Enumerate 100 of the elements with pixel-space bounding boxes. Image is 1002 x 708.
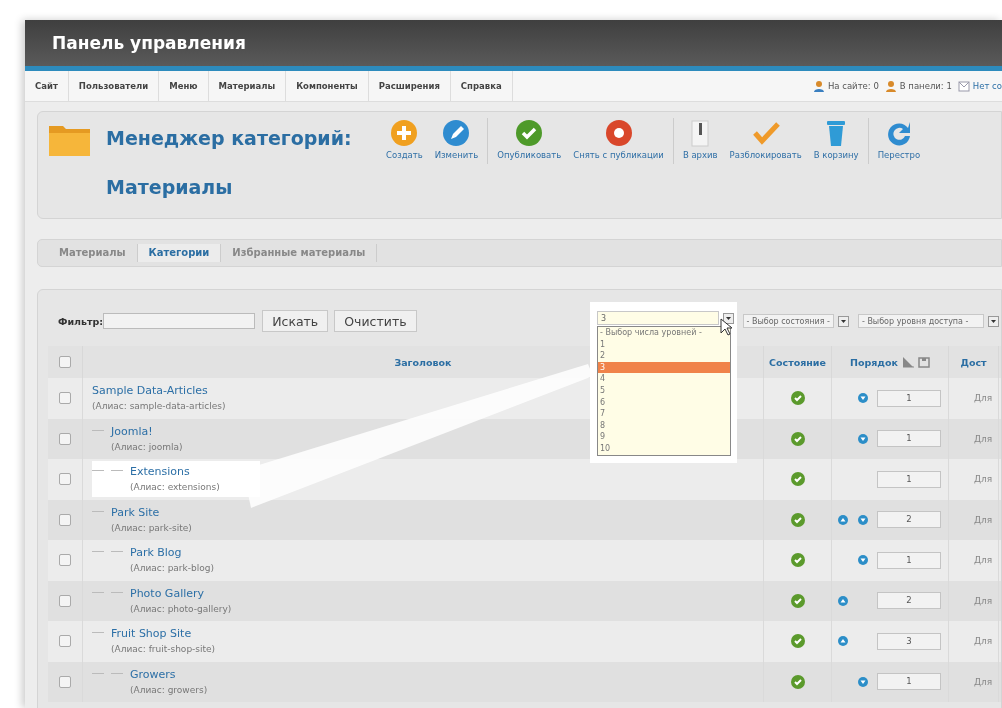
dropdown-option[interactable]: 9 bbox=[598, 431, 730, 443]
access-text: Для bbox=[973, 555, 993, 566]
checkbox[interactable] bbox=[59, 554, 71, 567]
published-icon[interactable] bbox=[790, 431, 805, 446]
dropdown-option[interactable]: 3 bbox=[598, 361, 730, 374]
category-link[interactable]: Park Site bbox=[111, 504, 192, 521]
down-arrow-icon[interactable] bbox=[858, 555, 868, 566]
up-arrow-icon[interactable] bbox=[838, 595, 848, 606]
alias-text: (Алиас: photo-gallery) bbox=[130, 602, 232, 616]
tree-line-icon bbox=[92, 470, 104, 472]
order-field[interactable]: 2 bbox=[877, 511, 941, 529]
order-field[interactable]: 1 bbox=[877, 673, 941, 691]
tree-line-icon bbox=[92, 672, 104, 674]
tab[interactable]: Категории bbox=[137, 244, 222, 262]
dropdown-option[interactable]: 8 bbox=[598, 419, 730, 432]
order-field[interactable]: 3 bbox=[877, 632, 941, 650]
toolbar-button[interactable]: Разблокировать bbox=[723, 118, 808, 160]
access-text: Для bbox=[973, 474, 993, 485]
menu-item[interactable]: Материалы bbox=[208, 71, 287, 101]
published-icon[interactable] bbox=[790, 391, 805, 406]
dropdown-option[interactable]: 6 bbox=[598, 396, 730, 409]
published-icon[interactable] bbox=[790, 634, 805, 649]
column-header[interactable]: Состояние bbox=[769, 356, 826, 368]
toolbar-button[interactable]: В архив bbox=[676, 118, 724, 160]
save-icon[interactable] bbox=[918, 356, 930, 368]
checkbox[interactable] bbox=[59, 594, 71, 607]
caret-icon bbox=[987, 315, 999, 327]
toolbar-button[interactable]: В корзину bbox=[807, 118, 865, 160]
up-arrow-icon[interactable] bbox=[838, 514, 848, 525]
tree-line-icon bbox=[92, 510, 104, 512]
filter-field[interactable] bbox=[103, 313, 256, 329]
sort-icon[interactable] bbox=[902, 356, 914, 368]
order-field[interactable]: 1 bbox=[877, 470, 941, 488]
menu-item[interactable]: Компоненты bbox=[286, 71, 369, 101]
dropdown-option[interactable]: 4 bbox=[598, 373, 730, 385]
user-icon bbox=[812, 80, 825, 92]
clear-button[interactable]: Очистить bbox=[334, 310, 417, 332]
checkbox[interactable] bbox=[59, 513, 71, 526]
toolbar-button[interactable]: Изменить bbox=[428, 118, 485, 160]
access-text: Для bbox=[973, 514, 993, 525]
tab[interactable]: Избранные материалы bbox=[221, 244, 378, 262]
tree-line-icon bbox=[92, 632, 104, 634]
checkbox[interactable] bbox=[59, 432, 71, 445]
dropdown-option[interactable]: 10 bbox=[598, 442, 730, 455]
alias-text: (Алиас: park-site) bbox=[111, 521, 192, 535]
dropdown-option[interactable]: 2 bbox=[598, 350, 730, 362]
tree-line-icon bbox=[111, 551, 123, 553]
page-title: Менеджер категорий: bbox=[106, 127, 352, 149]
category-link[interactable]: Growers bbox=[130, 666, 208, 683]
column-header[interactable]: Порядок bbox=[850, 356, 898, 368]
checkbox[interactable] bbox=[59, 635, 71, 648]
category-link[interactable]: Sample Data-Articles bbox=[92, 383, 226, 400]
published-icon[interactable] bbox=[790, 553, 805, 568]
toolbar-button[interactable]: Опубликовать bbox=[491, 118, 568, 160]
column-header[interactable]: Заголовок bbox=[394, 356, 452, 368]
user-icon bbox=[884, 80, 897, 92]
tab[interactable]: Материалы bbox=[48, 244, 138, 262]
menu-item[interactable]: Сайт bbox=[25, 71, 69, 101]
published-icon[interactable] bbox=[790, 593, 805, 608]
menu-item[interactable]: Меню bbox=[159, 71, 209, 101]
page-subtitle: Материалы bbox=[106, 176, 234, 198]
column-header[interactable]: Дост bbox=[960, 356, 987, 368]
order-field[interactable]: 1 bbox=[877, 389, 941, 407]
toolbar-button[interactable]: Перестро bbox=[871, 118, 927, 160]
checkbox[interactable] bbox=[59, 473, 71, 486]
order-field[interactable]: 1 bbox=[877, 430, 941, 448]
circle-icon bbox=[603, 118, 634, 148]
access-text: Для bbox=[973, 393, 993, 404]
check-icon bbox=[514, 118, 545, 148]
category-link[interactable]: Joomla! bbox=[111, 423, 183, 440]
dropdown-option[interactable]: 5 bbox=[598, 384, 730, 397]
menu-item[interactable]: Расширения bbox=[368, 71, 451, 101]
category-link[interactable]: Photo Gallery bbox=[130, 585, 232, 602]
caret-icon bbox=[837, 315, 849, 327]
category-link[interactable]: Extensions bbox=[130, 464, 220, 481]
cursor-icon bbox=[720, 318, 734, 336]
tree-line-icon bbox=[92, 591, 104, 593]
down-arrow-icon[interactable] bbox=[858, 393, 868, 404]
dropdown-option[interactable]: 7 bbox=[598, 408, 730, 420]
alias-text: (Алиас: growers) bbox=[130, 683, 208, 697]
published-icon[interactable] bbox=[790, 472, 805, 487]
order-field[interactable]: 1 bbox=[877, 551, 941, 569]
alias-text: (Алиас: extensions) bbox=[130, 481, 220, 495]
checkbox[interactable] bbox=[59, 356, 71, 368]
published-icon[interactable] bbox=[790, 674, 805, 689]
category-link[interactable]: Fruit Shop Site bbox=[111, 626, 216, 643]
tree-line-icon bbox=[92, 429, 104, 431]
tree-line-icon bbox=[111, 672, 123, 674]
plus-icon bbox=[389, 118, 420, 148]
menu-item[interactable]: Справка bbox=[450, 71, 513, 101]
dropdown-option[interactable]: 1 bbox=[598, 338, 730, 351]
checkbox[interactable] bbox=[59, 675, 71, 688]
search-button[interactable]: Искать bbox=[262, 310, 329, 332]
order-field[interactable]: 2 bbox=[877, 592, 941, 610]
published-icon[interactable] bbox=[790, 512, 805, 527]
toolbar-button[interactable]: Создать bbox=[380, 118, 429, 160]
checkbox[interactable] bbox=[59, 392, 71, 405]
menu-item[interactable]: Пользователи bbox=[68, 71, 160, 101]
toolbar-button[interactable]: Снять с публикации bbox=[567, 118, 670, 160]
category-link[interactable]: Park Blog bbox=[130, 545, 214, 562]
